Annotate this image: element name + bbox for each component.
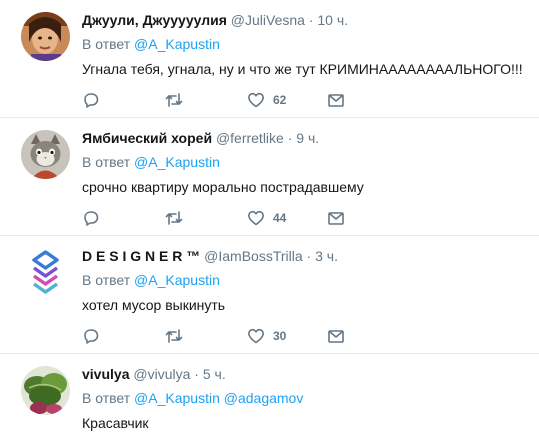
mention-link[interactable]: @A_Kapustin xyxy=(134,154,220,170)
envelope-icon xyxy=(328,330,344,343)
like-count: 30 xyxy=(273,329,287,343)
tweet[interactable]: Ямбический хорей @ferretlike · 9 ч. В от… xyxy=(0,118,539,236)
heart-icon xyxy=(248,328,264,344)
avatar[interactable] xyxy=(21,366,70,415)
tweet-text: Красавчик xyxy=(82,415,149,431)
display-name[interactable]: D E S I G N E R ™ xyxy=(82,248,200,264)
separator: · xyxy=(302,248,316,264)
tweet[interactable]: D E S I G N E R ™ @IamBossTrilla · 3 ч. … xyxy=(0,236,539,354)
tweet[interactable]: Джуули, Джууууулия @JuliVesna · 10 ч. В … xyxy=(0,0,539,118)
retweet-icon xyxy=(165,211,183,225)
timestamp[interactable]: 5 ч. xyxy=(203,366,226,382)
retweet-icon xyxy=(165,329,183,343)
tweet[interactable]: vivulya @vivulya · 5 ч. В ответ @A_Kapus… xyxy=(0,354,539,443)
retweet-icon xyxy=(165,93,183,107)
handle[interactable]: @ferretlike xyxy=(216,130,284,146)
retweet-button[interactable] xyxy=(165,325,183,347)
display-name[interactable]: Джуули, Джууууулия xyxy=(82,12,227,28)
reply-prefix: В ответ xyxy=(82,36,131,52)
reply-button[interactable] xyxy=(82,325,100,347)
reply-context: В ответ @A_Kapustin xyxy=(82,153,529,171)
reply-icon xyxy=(84,93,99,108)
like-button[interactable]: 30 xyxy=(247,325,286,347)
tweet-actions: 44 xyxy=(82,207,352,229)
reply-context: В ответ @A_Kapustin xyxy=(82,35,529,53)
reply-context: В ответ @A_Kapustin xyxy=(82,271,529,289)
reply-icon xyxy=(84,329,99,344)
separator: · xyxy=(304,12,318,28)
tweet-text: Угнала тебя, угнала, ну и что же тут КРИ… xyxy=(82,61,523,77)
tweet-text: срочно квартиру морально пострадавшему xyxy=(82,179,364,195)
timestamp[interactable]: 3 ч. xyxy=(315,248,338,264)
reply-button[interactable] xyxy=(82,207,100,229)
display-name[interactable]: vivulya xyxy=(82,366,129,382)
reply-prefix: В ответ xyxy=(82,272,131,288)
timestamp[interactable]: 10 ч. xyxy=(317,12,348,28)
reply-context: В ответ @A_Kapustin @adagamov xyxy=(82,389,529,407)
reply-prefix: В ответ xyxy=(82,390,131,406)
handle[interactable]: @IamBossTrilla xyxy=(204,248,303,264)
reply-button[interactable] xyxy=(82,89,100,111)
dm-button[interactable] xyxy=(327,325,345,347)
timestamp[interactable]: 9 ч. xyxy=(296,130,319,146)
envelope-icon xyxy=(328,94,344,107)
avatar[interactable] xyxy=(21,248,70,297)
avatar[interactable] xyxy=(21,12,70,61)
like-count: 62 xyxy=(273,93,287,107)
retweet-button[interactable] xyxy=(165,89,183,111)
separator: · xyxy=(283,130,297,146)
retweet-button[interactable] xyxy=(165,207,183,229)
display-name[interactable]: Ямбический хорей xyxy=(82,130,212,146)
mention-link[interactable]: @A_Kapustin xyxy=(134,272,220,288)
handle[interactable]: @JuliVesna xyxy=(231,12,305,28)
envelope-icon xyxy=(328,212,344,225)
avatar[interactable] xyxy=(21,130,70,179)
heart-icon xyxy=(248,92,264,108)
like-count: 44 xyxy=(273,211,287,225)
like-button[interactable]: 62 xyxy=(247,89,286,111)
heart-icon xyxy=(248,210,264,226)
reply-prefix: В ответ xyxy=(82,154,131,170)
separator: · xyxy=(190,366,203,382)
like-button[interactable]: 44 xyxy=(247,207,286,229)
reply-icon xyxy=(84,211,99,226)
handle[interactable]: @vivulya xyxy=(133,366,190,382)
tweet-text: хотел мусор выкинуть xyxy=(82,297,226,313)
tweet-actions: 62 xyxy=(82,89,352,111)
mention-link[interactable]: @A_Kapustin xyxy=(134,390,220,406)
mention-link[interactable]: @adagamov xyxy=(224,390,304,406)
dm-button[interactable] xyxy=(327,207,345,229)
mention-link[interactable]: @A_Kapustin xyxy=(134,36,220,52)
tweet-actions: 30 xyxy=(82,325,352,347)
dm-button[interactable] xyxy=(327,89,345,111)
